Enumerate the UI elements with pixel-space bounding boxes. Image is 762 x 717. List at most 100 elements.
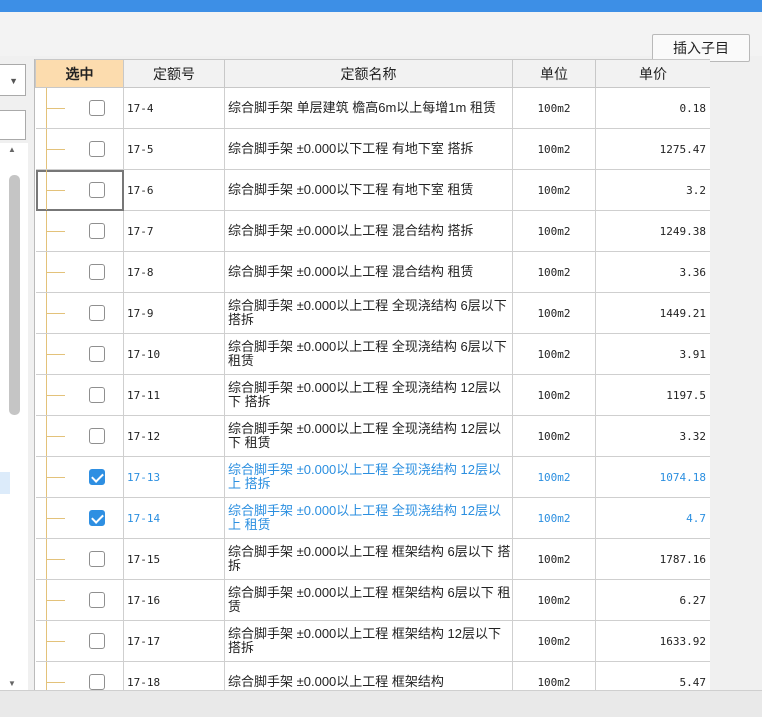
name-cell: 综合脚手架 ±0.000以下工程 有地下室 租赁 <box>224 169 513 211</box>
name-cell: 综合脚手架 单层建筑 檐高6m以上每增1m 租赁 <box>224 87 513 129</box>
unit-cell: 100m2 <box>512 292 596 334</box>
left-panel-scrollbar[interactable]: ▲ ▼ <box>0 143 28 690</box>
row-checkbox[interactable] <box>88 428 105 444</box>
table-row[interactable]: 17-11 综合脚手架 ±0.000以上工程 全现浇结构 12层以下 搭拆 100m… <box>35 374 710 416</box>
select-cell[interactable] <box>35 456 124 498</box>
row-checkbox[interactable] <box>88 551 105 567</box>
name-cell: 综合脚手架 ±0.000以上工程 全现浇结构 12层以上 租赁 <box>224 497 513 539</box>
price-cell: 3.36 <box>595 251 710 293</box>
unit-cell: 100m2 <box>512 128 596 170</box>
code-cell: 17-8 <box>123 251 225 293</box>
scroll-down-icon[interactable]: ▼ <box>8 679 16 688</box>
chevron-down-icon: ▼ <box>9 76 18 86</box>
table-row[interactable]: 17-8 综合脚手架 ±0.000以上工程 混合结构 租赁 100m2 3.36 <box>35 251 710 293</box>
row-checkbox[interactable] <box>88 633 105 649</box>
tree-branch <box>46 518 65 519</box>
table-row[interactable]: 17-12 综合脚手架 ±0.000以上工程 全现浇结构 12层以下 租赁 100m… <box>35 415 710 457</box>
price-cell: 1633.92 <box>595 620 710 662</box>
row-checkbox[interactable] <box>88 510 105 526</box>
tree-branch <box>46 108 65 109</box>
select-cell[interactable] <box>35 251 124 293</box>
row-checkbox[interactable] <box>88 346 105 362</box>
left-search-input[interactable] <box>0 110 26 140</box>
row-checkbox[interactable] <box>88 223 105 239</box>
price-cell: 3.32 <box>595 415 710 457</box>
table-row[interactable]: 17-10 综合脚手架 ±0.000以上工程 全现浇结构 6层以下 租赁 100m2… <box>35 333 710 375</box>
price-cell: 1197.5 <box>595 374 710 416</box>
code-cell: 17-6 <box>123 169 225 211</box>
row-checkbox[interactable] <box>88 100 105 116</box>
header-price[interactable]: 单价 <box>595 59 710 88</box>
select-cell[interactable] <box>35 87 124 129</box>
table-row[interactable]: 17-14 综合脚手架 ±0.000以上工程 全现浇结构 12层以上 租赁 100m… <box>35 497 710 539</box>
name-cell: 综合脚手架 ±0.000以上工程 框架结构 6层以下 搭拆 <box>224 538 513 580</box>
table-row[interactable]: 17-7 综合脚手架 ±0.000以上工程 混合结构 搭拆 100m2 1249.38 <box>35 210 710 252</box>
row-checkbox[interactable] <box>88 264 105 280</box>
unit-cell: 100m2 <box>512 333 596 375</box>
tree-branch <box>46 600 65 601</box>
code-cell: 17-9 <box>123 292 225 334</box>
code-cell: 17-14 <box>123 497 225 539</box>
name-cell: 综合脚手架 ±0.000以上工程 混合结构 租赁 <box>224 251 513 293</box>
scroll-up-icon[interactable]: ▲ <box>8 145 16 154</box>
header-code[interactable]: 定额号 <box>123 59 225 88</box>
table-row[interactable]: 17-4 综合脚手架 单层建筑 檐高6m以上每增1m 租赁 100m2 0.18 <box>35 87 710 129</box>
select-cell[interactable] <box>35 169 124 211</box>
table-row[interactable]: 17-6 综合脚手架 ±0.000以下工程 有地下室 租赁 100m2 3.2 <box>35 169 710 211</box>
unit-cell: 100m2 <box>512 415 596 457</box>
name-cell: 综合脚手架 ±0.000以下工程 有地下室 搭拆 <box>224 128 513 170</box>
code-cell: 17-15 <box>123 538 225 580</box>
unit-cell: 100m2 <box>512 579 596 621</box>
price-cell: 3.91 <box>595 333 710 375</box>
tree-branch <box>46 313 65 314</box>
select-cell[interactable] <box>35 579 124 621</box>
status-bar <box>0 690 762 717</box>
header-select[interactable]: 选中 <box>35 59 124 88</box>
table-row[interactable]: 17-16 综合脚手架 ±0.000以上工程 框架结构 6层以下 租赁 100m2 6… <box>35 579 710 621</box>
select-cell[interactable] <box>35 128 124 170</box>
table-row[interactable]: 17-17 综合脚手架 ±0.000以上工程 框架结构 12层以下 搭拆 100m2… <box>35 620 710 662</box>
title-bar <box>0 0 762 12</box>
select-cell[interactable] <box>35 415 124 457</box>
name-cell: 综合脚手架 ±0.000以上工程 全现浇结构 12层以下 租赁 <box>224 415 513 457</box>
select-cell[interactable] <box>35 620 124 662</box>
select-cell[interactable] <box>35 497 124 539</box>
row-checkbox[interactable] <box>88 674 105 690</box>
select-cell[interactable] <box>35 661 124 690</box>
left-panel-selected-item[interactable] <box>0 472 10 494</box>
table-row[interactable]: 17-5 综合脚手架 ±0.000以下工程 有地下室 搭拆 100m2 1275.47 <box>35 128 710 170</box>
unit-cell: 100m2 <box>512 620 596 662</box>
price-cell: 4.7 <box>595 497 710 539</box>
row-checkbox[interactable] <box>88 182 105 198</box>
tree-branch <box>46 682 65 683</box>
select-cell[interactable] <box>35 333 124 375</box>
code-cell: 17-7 <box>123 210 225 252</box>
row-checkbox[interactable] <box>88 305 105 321</box>
left-dropdown[interactable]: ▼ <box>0 64 26 96</box>
tree-branch <box>46 149 65 150</box>
select-cell[interactable] <box>35 538 124 580</box>
code-cell: 17-12 <box>123 415 225 457</box>
unit-cell: 100m2 <box>512 87 596 129</box>
price-cell: 1449.21 <box>595 292 710 334</box>
table-row[interactable]: 17-13 综合脚手架 ±0.000以上工程 全现浇结构 12层以上 搭拆 100m… <box>35 456 710 498</box>
row-checkbox[interactable] <box>88 592 105 608</box>
tree-branch <box>46 354 65 355</box>
header-unit[interactable]: 单位 <box>512 59 596 88</box>
unit-cell: 100m2 <box>512 374 596 416</box>
select-cell[interactable] <box>35 374 124 416</box>
header-name[interactable]: 定额名称 <box>224 59 513 88</box>
table-row[interactable]: 17-18 综合脚手架 ±0.000以上工程 框架结构 100m2 5.47 <box>35 661 710 690</box>
price-cell: 0.18 <box>595 87 710 129</box>
price-cell: 5.47 <box>595 661 710 690</box>
insert-sub-item-button[interactable]: 插入子目 <box>652 34 750 62</box>
row-checkbox[interactable] <box>88 469 105 485</box>
row-checkbox[interactable] <box>88 387 105 403</box>
select-cell[interactable] <box>35 210 124 252</box>
unit-cell: 100m2 <box>512 169 596 211</box>
scrollbar-thumb[interactable] <box>9 175 20 415</box>
select-cell[interactable] <box>35 292 124 334</box>
table-row[interactable]: 17-9 综合脚手架 ±0.000以上工程 全现浇结构 6层以下 搭拆 100m2 1… <box>35 292 710 334</box>
row-checkbox[interactable] <box>88 141 105 157</box>
table-row[interactable]: 17-15 综合脚手架 ±0.000以上工程 框架结构 6层以下 搭拆 100m2 1… <box>35 538 710 580</box>
